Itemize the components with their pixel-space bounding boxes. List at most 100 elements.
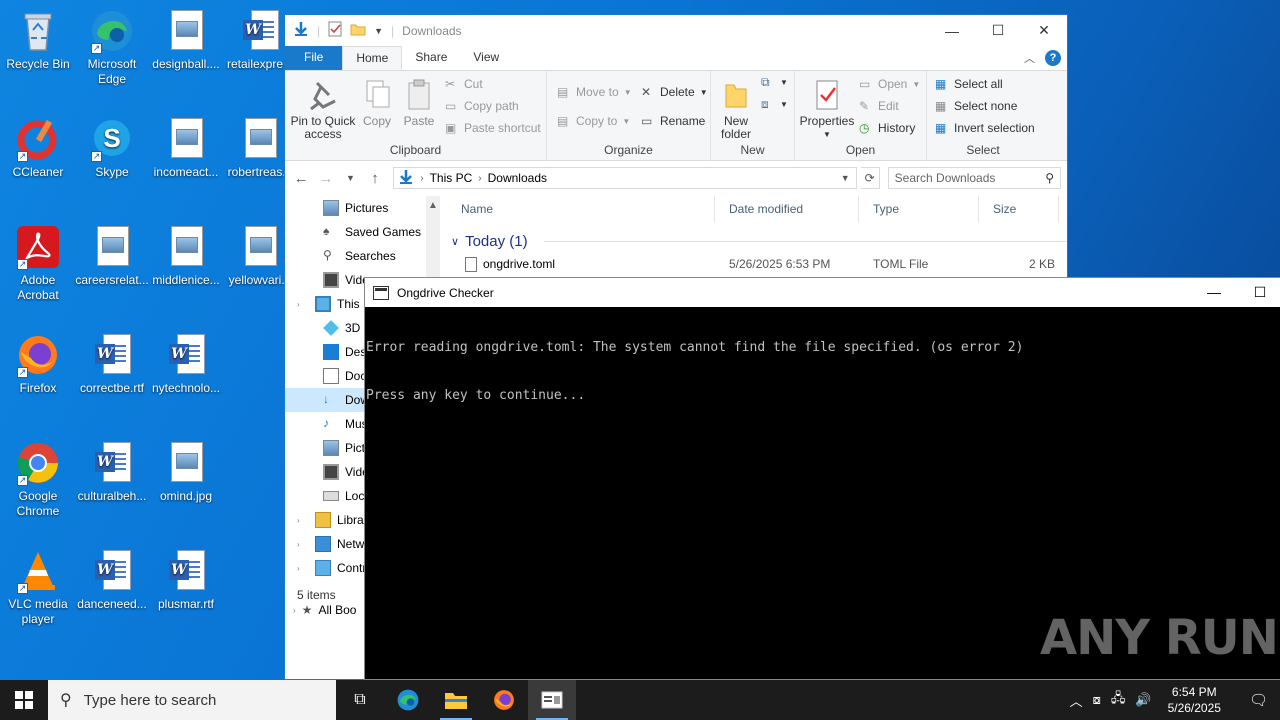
- edit-button[interactable]: ✎ Edit: [859, 99, 899, 113]
- copy-to-button[interactable]: ▤ Copy to ▼: [557, 114, 630, 128]
- tab-share[interactable]: Share: [402, 46, 460, 70]
- network-icon[interactable]: 🖧: [1111, 689, 1126, 711]
- column-date-modified[interactable]: Date modified: [715, 196, 859, 222]
- downloads-arrow-icon: [293, 21, 309, 40]
- tab-home[interactable]: Home: [342, 46, 403, 70]
- select-all-button[interactable]: ▦ Select all: [935, 77, 1003, 91]
- expand-chevron-icon[interactable]: ›: [297, 540, 309, 549]
- refresh-icon[interactable]: ⟳: [860, 167, 880, 189]
- minimize-button[interactable]: —: [929, 16, 975, 46]
- desktop-icon-designball[interactable]: designball....: [148, 8, 224, 72]
- notifications-icon[interactable]: 🗨: [1237, 691, 1280, 709]
- nav-item-saved-games[interactable]: ♠ Saved Games: [285, 220, 440, 244]
- minimize-button[interactable]: —: [1191, 278, 1237, 307]
- console-titlebar[interactable]: Ongdrive Checker — ☐: [365, 278, 1280, 307]
- taskbar-firefox-button[interactable]: [480, 680, 528, 720]
- nav-item-pictures[interactable]: Pictures: [285, 196, 440, 220]
- new-item-button[interactable]: ⧉ ▼: [761, 75, 788, 89]
- clock[interactable]: 6:54 PM 5/26/2025: [1162, 684, 1227, 716]
- console-output[interactable]: Error reading ongdrive.toml: The system …: [365, 307, 1280, 436]
- scroll-up-icon[interactable]: ▲: [426, 196, 440, 211]
- nav-item-all-bookmarks[interactable]: › ★ All Boo: [293, 603, 356, 617]
- explorer-titlebar[interactable]: | ▼ | Downloads — ☐ ✕: [285, 15, 1067, 46]
- new-folder-qat-icon[interactable]: [350, 21, 366, 40]
- taskbar-edge-button[interactable]: [384, 680, 432, 720]
- desktop-icon-middlenice[interactable]: middlenice...: [148, 224, 224, 288]
- maximize-button[interactable]: ☐: [1237, 278, 1280, 307]
- taskbar-search-box[interactable]: ⚲ Type here to search: [48, 680, 336, 720]
- nav-item-searches[interactable]: ⚲ Searches: [285, 244, 440, 268]
- cut-button[interactable]: ✂ Cut: [445, 77, 483, 91]
- desktop-icon-culturalbeh[interactable]: W culturalbeh...: [74, 440, 150, 504]
- breadcrumb-downloads[interactable]: Downloads: [488, 171, 547, 185]
- close-button[interactable]: ✕: [1021, 16, 1067, 46]
- breadcrumb-this-pc[interactable]: This PC: [430, 171, 473, 185]
- desktop-icon-vlc[interactable]: ↗ VLC media player: [0, 548, 76, 627]
- desktop-icon-incomeact[interactable]: incomeact...: [148, 116, 224, 180]
- rename-button[interactable]: ▭ Rename: [641, 114, 705, 128]
- paste-shortcut-button[interactable]: ▣ Paste shortcut: [445, 121, 541, 135]
- desktop-icon-ccleaner[interactable]: ↗ CCleaner: [0, 116, 76, 180]
- desktop-icon-google-chrome[interactable]: ↗ Google Chrome: [0, 440, 76, 519]
- copy-path-button[interactable]: ▭ Copy path: [445, 99, 519, 113]
- meet-now-icon[interactable]: ⧇: [1093, 692, 1101, 708]
- expand-chevron-icon[interactable]: ›: [293, 606, 296, 615]
- copy-button[interactable]: Copy: [357, 79, 397, 128]
- start-button[interactable]: [0, 680, 48, 720]
- up-arrow-icon[interactable]: ↑: [365, 170, 386, 187]
- column-name[interactable]: Name: [447, 196, 715, 222]
- select-all-icon: ▦: [935, 77, 947, 91]
- expand-chevron-icon[interactable]: ›: [297, 516, 309, 525]
- pin-quick-access-button[interactable]: Pin to Quick access: [289, 79, 357, 141]
- desktop-icon-correctbe[interactable]: W correctbe.rtf: [74, 332, 150, 396]
- desktop-icon-plusmar[interactable]: W plusmar.rtf: [148, 548, 224, 612]
- history-button[interactable]: ◷ History: [859, 121, 915, 135]
- help-icon[interactable]: ?: [1045, 50, 1061, 66]
- expand-chevron-icon[interactable]: ›: [297, 300, 309, 309]
- desktop-icon-label: Firefox: [19, 381, 57, 395]
- maximize-button[interactable]: ☐: [975, 16, 1021, 46]
- desktop-icon-firefox[interactable]: ↗ Firefox: [0, 332, 76, 396]
- collapse-ribbon-icon[interactable]: ︿: [1024, 50, 1035, 66]
- select-none-button[interactable]: ▦ Select none: [935, 99, 1017, 113]
- forward-arrow-icon[interactable]: →: [316, 170, 337, 187]
- properties-button[interactable]: Properties ▼: [799, 79, 855, 141]
- desktop-icon-skype[interactable]: S ↗ Skype: [74, 116, 150, 180]
- open-button[interactable]: ▭ Open ▼: [859, 77, 920, 91]
- tab-view[interactable]: View: [460, 46, 512, 70]
- desktop-icon-nytechnolo[interactable]: W nytechnolo...: [148, 332, 224, 396]
- new-folder-button[interactable]: New folder: [715, 79, 757, 141]
- recent-locations-chevron-icon[interactable]: ▼: [340, 173, 361, 183]
- desktop-icon-edge[interactable]: ↗ Microsoft Edge: [74, 8, 150, 87]
- group-header-today[interactable]: ∨ Today (1): [447, 230, 1067, 252]
- move-to-button[interactable]: ▤ Move to ▼: [557, 85, 632, 99]
- image-file-icon: [163, 8, 209, 54]
- search-input[interactable]: Search Downloads ⚲: [887, 167, 1061, 189]
- file-row[interactable]: ongdrive.toml 5/26/2025 6:53 PM TOML Fil…: [447, 252, 1067, 276]
- address-dropdown-icon[interactable]: ▼: [841, 173, 856, 183]
- task-view-button[interactable]: ⧉: [336, 680, 384, 720]
- volume-icon[interactable]: 🔊: [1135, 692, 1151, 708]
- group-collapse-chevron-icon[interactable]: ∨: [451, 235, 459, 248]
- address-bar[interactable]: › This PC › Downloads ▼: [393, 167, 857, 189]
- column-type[interactable]: Type: [859, 196, 979, 222]
- desktop-icon-omind[interactable]: omind.jpg: [148, 440, 224, 504]
- expand-chevron-icon[interactable]: ›: [297, 564, 309, 573]
- delete-button[interactable]: ✕ Delete ▼: [641, 85, 708, 99]
- shortcut-arrow-icon: ↗: [17, 367, 28, 378]
- easy-access-button[interactable]: ⧈ ▼: [761, 97, 788, 111]
- paste-button[interactable]: Paste: [399, 79, 439, 128]
- taskbar-file-explorer-button[interactable]: [432, 680, 480, 720]
- show-hidden-icons-chevron-icon[interactable]: ︿: [1070, 691, 1083, 710]
- invert-selection-button[interactable]: ▦ Invert selection: [935, 121, 1035, 135]
- column-size[interactable]: Size: [979, 196, 1059, 222]
- desktop-icon-adobe-acrobat[interactable]: ↗ Adobe Acrobat: [0, 224, 76, 303]
- taskbar-console-button[interactable]: [528, 680, 576, 720]
- back-arrow-icon[interactable]: ←: [291, 170, 312, 187]
- tab-file[interactable]: File: [285, 46, 343, 70]
- properties-qat-icon[interactable]: [328, 21, 342, 40]
- desktop-icon-danceneed[interactable]: W danceneed...: [74, 548, 150, 612]
- desktop-icon-careersrelat[interactable]: careersrelat...: [74, 224, 150, 288]
- desktop-icon-recycle-bin[interactable]: Recycle Bin: [0, 8, 76, 72]
- qat-dropdown-icon[interactable]: ▼: [374, 26, 383, 36]
